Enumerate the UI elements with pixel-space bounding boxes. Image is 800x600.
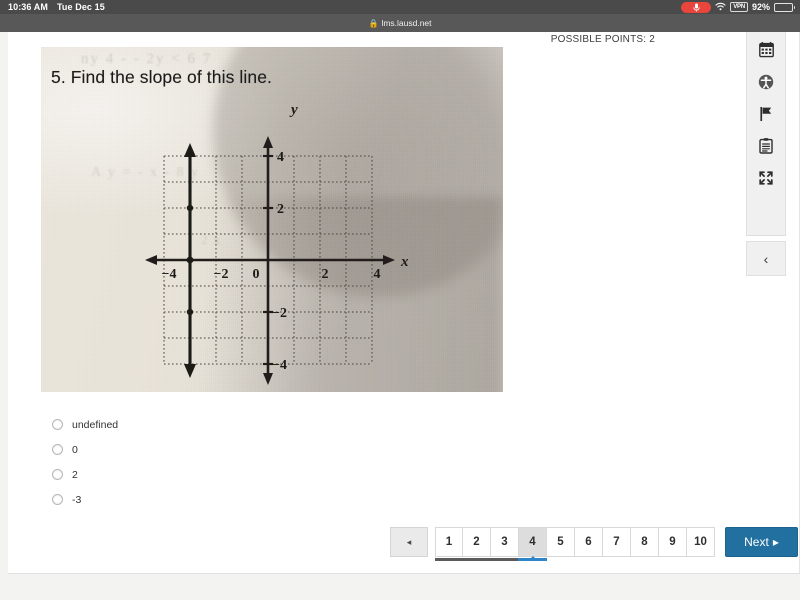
answer-option-label: undefined [72, 418, 119, 431]
calculator-icon[interactable] [746, 34, 786, 66]
y-tick-neg4: −4 [272, 358, 287, 373]
page-number-label: 4 [529, 536, 536, 548]
microphone-icon [681, 1, 712, 13]
accessibility-icon[interactable] [746, 66, 786, 98]
answer-option-label: -3 [72, 493, 82, 506]
page-button-3[interactable]: 3 [490, 527, 519, 561]
radio-button-icon[interactable] [52, 469, 63, 480]
page-button-4[interactable]: 4 [518, 527, 547, 561]
status-bar-left: 10:36 AM Tue Dec 15 [0, 2, 105, 12]
answer-option-2[interactable]: 2 [52, 462, 372, 487]
page-button-5[interactable]: 5 [547, 527, 575, 557]
answer-options-list: undefined 0 2 -3 [52, 412, 372, 512]
x-tick-neg2: −2 [214, 267, 229, 282]
fullscreen-icon[interactable] [746, 162, 786, 194]
current-page-caret [527, 556, 538, 561]
vpn-badge: VPN [730, 2, 748, 12]
x-tick-2: 2 [322, 267, 329, 282]
page-button-10[interactable]: 10 [687, 527, 715, 557]
collapse-rail-button[interactable]: ‹ [746, 241, 786, 276]
question-tool-rail [746, 32, 786, 236]
answer-option-3[interactable]: -3 [52, 487, 372, 512]
notepad-icon[interactable] [746, 130, 786, 162]
question-image: ny 4 - - 2y < 6 7 A y = - x - 8 y 2 x 5.… [41, 47, 503, 392]
y-tick-4: 4 [277, 150, 284, 165]
y-axis-label: y [289, 102, 298, 118]
page-button-6[interactable]: 6 [575, 527, 603, 557]
page-number-label: 8 [641, 536, 648, 548]
page-number-label: 10 [694, 536, 707, 548]
address-bar-url: lms.lausd.net [381, 18, 432, 28]
chevron-right-icon: ▸ [772, 535, 779, 549]
page-number-label: 9 [669, 536, 676, 548]
battery-percent-label: 92% [751, 2, 770, 12]
page-number-label: 2 [473, 536, 480, 548]
browser-viewport: POSSIBLE POINTS: 2 ‹ ny 4 - - 2y < 6 7 A… [0, 32, 800, 600]
flag-icon[interactable] [746, 98, 786, 130]
quiz-page-card: POSSIBLE POINTS: 2 ‹ ny 4 - - 2y < 6 7 A… [8, 32, 800, 574]
pagination-bar: ◂ 1 2 3 4 5 6 7 8 9 10 Next ▸ [390, 527, 798, 561]
origin-label: 0 [253, 267, 260, 282]
coordinate-plane-graph: y x −4 −2 0 2 4 4 2 −2 −4 [41, 47, 503, 392]
lock-icon: 🔒 [368, 18, 379, 28]
answer-option-1[interactable]: 0 [52, 437, 372, 462]
page-number-list: 1 2 3 4 5 6 7 8 9 10 [435, 527, 715, 561]
page-button-2[interactable]: 2 [462, 527, 491, 561]
x-tick-4: 4 [374, 267, 381, 282]
browser-address-bar[interactable]: 🔒 lms.lausd.net [0, 14, 800, 32]
page-button-7[interactable]: 7 [603, 527, 631, 557]
page-number-label: 6 [585, 536, 592, 548]
next-button[interactable]: Next ▸ [725, 527, 798, 557]
page-button-8[interactable]: 8 [631, 527, 659, 557]
radio-button-icon[interactable] [52, 419, 63, 430]
answer-option-label: 0 [72, 443, 78, 456]
page-number-label: 5 [557, 536, 564, 548]
page-progress-underline [462, 558, 491, 561]
x-axis-label: x [400, 254, 409, 270]
x-tick-neg4: −4 [162, 267, 177, 282]
page-progress-underline [435, 558, 463, 561]
page-button-1[interactable]: 1 [435, 527, 463, 561]
answer-option-label: 2 [72, 468, 78, 481]
possible-points-label: POSSIBLE POINTS: 2 [550, 34, 655, 45]
page-number-label: 1 [445, 536, 453, 548]
answer-option-0[interactable]: undefined [52, 412, 372, 437]
battery-icon [774, 2, 795, 12]
next-button-label: Next [744, 535, 769, 549]
y-tick-2: 2 [277, 202, 284, 217]
page-number-label: 7 [613, 536, 620, 548]
page-button-9[interactable]: 9 [659, 527, 687, 557]
previous-page-button[interactable]: ◂ [390, 527, 428, 557]
page-number-label: 3 [501, 536, 508, 548]
ios-status-bar: 10:36 AM Tue Dec 15 VPN 92% [0, 0, 800, 14]
wifi-icon [715, 2, 726, 13]
status-bar-time: 10:36 AM [8, 2, 48, 12]
status-bar-right: VPN 92% [681, 1, 800, 13]
radio-button-icon[interactable] [52, 444, 63, 455]
status-bar-date: Tue Dec 15 [56, 2, 105, 12]
radio-button-icon[interactable] [52, 494, 63, 505]
page-progress-underline [490, 558, 519, 561]
y-tick-neg2: −2 [272, 306, 287, 321]
